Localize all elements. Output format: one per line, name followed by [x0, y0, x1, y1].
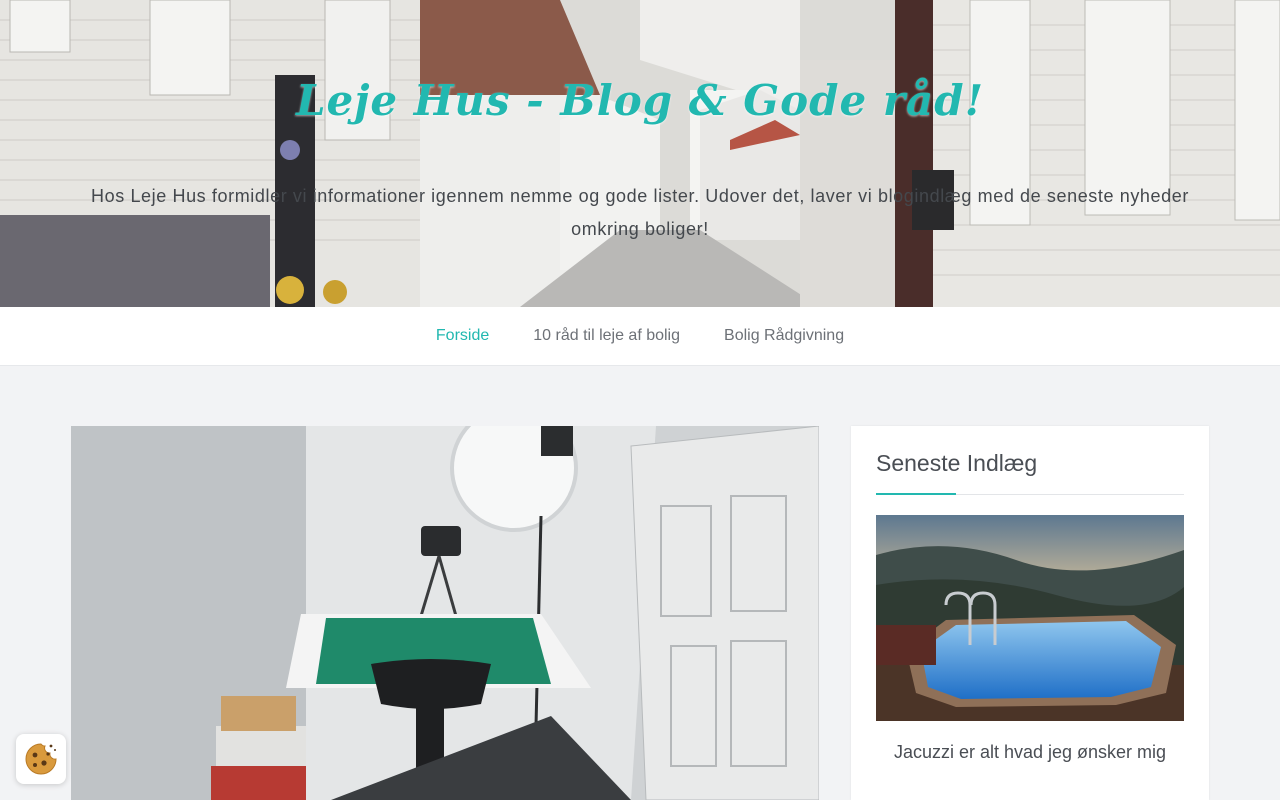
workspace-photo — [71, 426, 819, 800]
site-header: Leje Hus - Blog & Gode råd! Hos Leje Hus… — [0, 0, 1280, 307]
latest-post-title-link[interactable]: Jacuzzi er alt hvad jeg ønsker mig — [876, 742, 1184, 763]
main-navigation: Forside 10 råd til leje af bolig Bolig R… — [0, 307, 1280, 366]
nav-item-forside[interactable]: Forside — [414, 327, 511, 345]
latest-post-thumbnail[interactable] — [876, 515, 1184, 721]
cookie-consent-button[interactable] — [16, 734, 66, 784]
header-background-image — [0, 0, 1280, 307]
widget-title: Seneste Indlæg — [876, 450, 1038, 476]
nav-item-10-raad[interactable]: 10 råd til leje af bolig — [511, 327, 702, 345]
cookie-icon — [25, 743, 57, 775]
site-title[interactable]: Leje Hus - Blog & Gode råd! — [0, 76, 1280, 125]
featured-post-image[interactable] — [71, 426, 819, 800]
sidebar-widget-latest-posts: Seneste Indlæg Jacuzzi er alt hvad jeg ø… — [851, 426, 1209, 800]
widget-divider-accent — [876, 493, 956, 495]
pool-photo — [876, 515, 1184, 721]
site-tagline: Hos Leje Hus formidler vi informationer … — [91, 186, 1189, 239]
nav-item-bolig-raadgivning[interactable]: Bolig Rådgivning — [702, 327, 866, 345]
